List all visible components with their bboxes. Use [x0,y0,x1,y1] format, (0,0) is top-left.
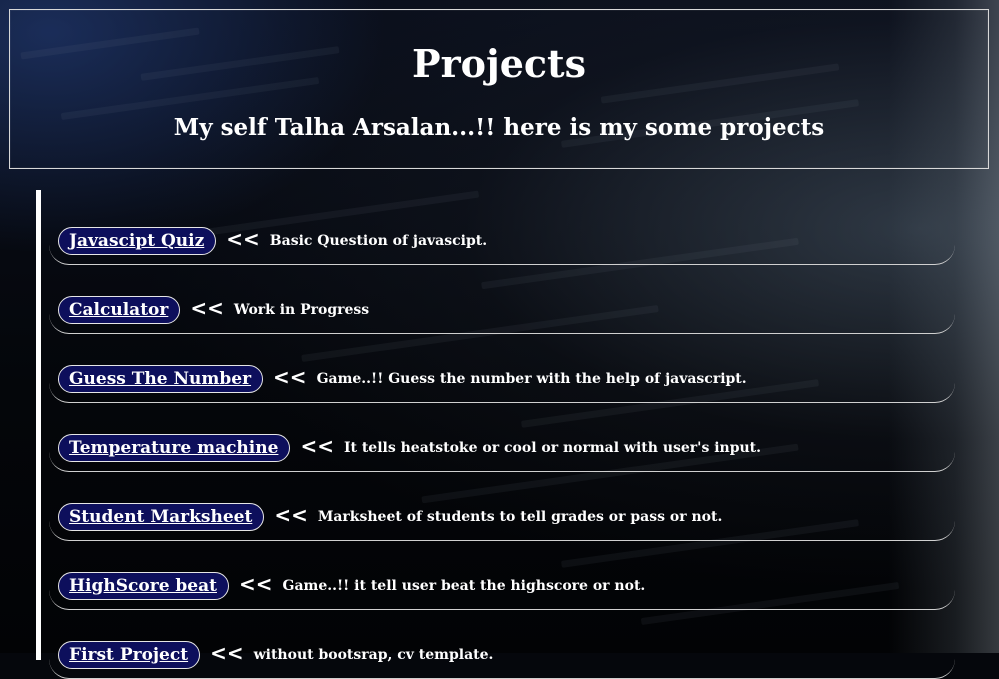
project-description: Work in Progress [233,302,370,318]
list-item: First Project << without bootsrap, cv te… [49,636,955,679]
list-item: Calculator << Work in Progress [49,291,955,334]
project-description: Game..!! it tell user beat the highscore… [282,578,646,594]
arrow-indicator: << [190,296,224,320]
project-link-calculator[interactable]: Calculator [58,296,181,324]
project-description: It tells heatstoke or cool or normal wit… [343,440,762,456]
project-link-highscore-beat[interactable]: HighScore beat [58,572,229,600]
project-link-temperature-machine[interactable]: Temperature machine [58,434,291,462]
arrow-indicator: << [300,434,334,458]
list-item: Temperature machine << It tells heatstok… [49,429,955,472]
project-description: Game..!! Guess the number with the help … [316,371,747,387]
arrow-indicator: << [273,365,307,389]
project-list: Javascipt Quiz << Basic Question of java… [36,190,971,679]
arrow-indicator: << [210,641,244,665]
arrow-indicator: << [239,572,273,596]
page-title: Projects [412,41,586,86]
project-link-javascript-quiz[interactable]: Javascipt Quiz [58,227,217,255]
list-item: Javascipt Quiz << Basic Question of java… [49,222,955,265]
page-subtitle: My self Talha Arsalan...!! here is my so… [173,114,825,141]
list-item: HighScore beat << Game..!! it tell user … [49,567,955,610]
arrow-indicator: << [274,503,308,527]
project-description: Marksheet of students to tell grades or … [317,509,723,525]
arrow-indicator: << [226,227,260,251]
project-description: without bootsrap, cv template. [253,647,494,663]
project-link-student-marksheet[interactable]: Student Marksheet [58,503,265,531]
project-link-first-project[interactable]: First Project [58,641,201,669]
list-item: Student Marksheet << Marksheet of studen… [49,498,955,541]
project-description: Basic Question of javascipt. [269,233,488,249]
project-link-guess-the-number[interactable]: Guess The Number [58,365,264,393]
page-header: Projects My self Talha Arsalan...!! here… [9,9,989,169]
list-item: Guess The Number << Game..!! Guess the n… [49,360,955,403]
